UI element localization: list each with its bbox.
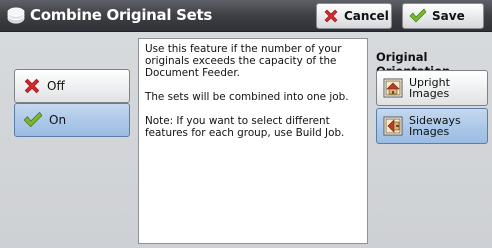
sideways-images-label: Sideways Images [409,114,461,138]
combine-sets-icon [7,7,25,24]
off-option-button[interactable]: Off [14,69,130,103]
save-button[interactable]: Save [402,3,484,29]
on-label: On [49,113,67,127]
cancel-x-icon [324,9,338,23]
info-paragraph-2: The sets will be combined into one job. [145,91,349,103]
sideways-image-icon [383,116,403,136]
title-bar: Combine Original Sets Cancel Save [0,0,492,32]
info-text-box: Use this feature if the number of your o… [138,38,368,244]
checkmark-icon [409,8,427,23]
on-check-icon [23,111,43,128]
upright-images-button[interactable]: Upright Images [376,70,488,106]
info-paragraph-3: Note: If you want to select different fe… [145,115,345,139]
on-option-button[interactable]: On [14,103,130,137]
cancel-label: Cancel [344,9,389,23]
info-paragraph-1: Use this feature if the number of your o… [145,43,342,79]
page-title: Combine Original Sets [30,6,213,24]
sideways-images-button[interactable]: Sideways Images [376,108,488,144]
cancel-button[interactable]: Cancel [316,3,392,29]
off-x-icon [24,78,40,94]
save-label: Save [432,9,465,23]
off-label: Off [47,79,65,93]
combine-original-sets-screen: Combine Original Sets Cancel Save Off On… [0,0,492,248]
upright-image-icon [383,78,403,98]
upright-images-label: Upright Images [409,76,450,100]
